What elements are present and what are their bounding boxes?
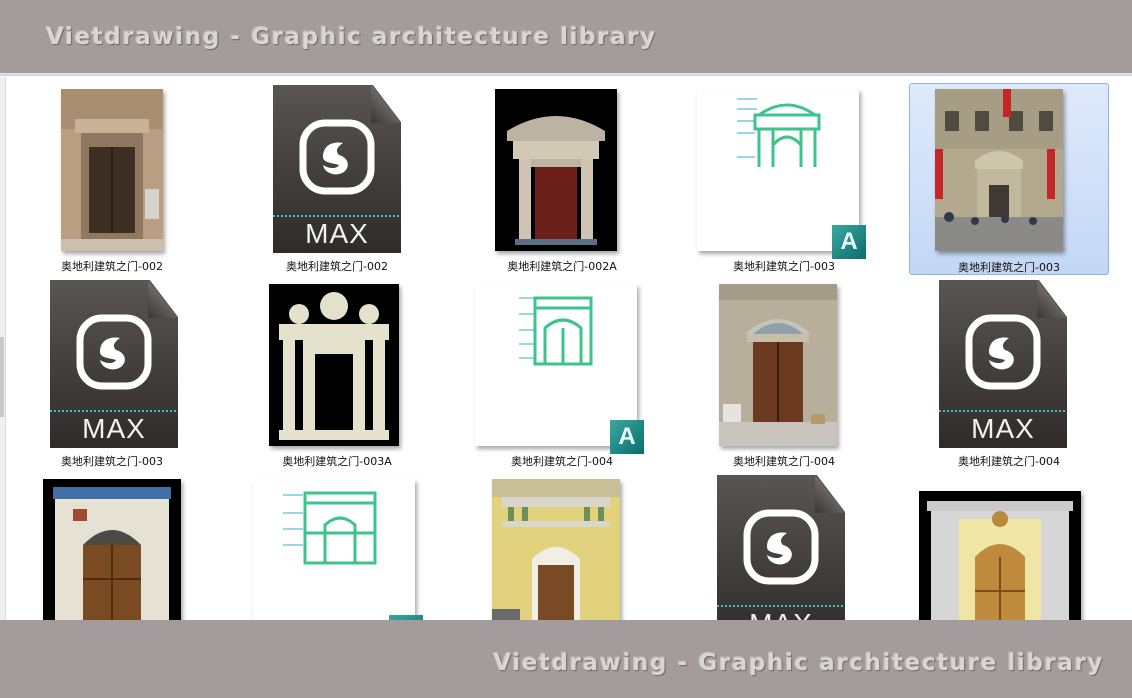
file-tile[interactable]: 奥地利建筑之门-002A (462, 83, 662, 275)
bottom-watermark-banner: Vietdrawing - Graphic architecture libra… (0, 620, 1132, 698)
photo-thumbnail (935, 89, 1063, 251)
file-tile[interactable]: A 奥地利建筑之门-003 (684, 83, 884, 275)
photo-thumbnail (61, 89, 163, 251)
render-thumbnail (269, 284, 399, 446)
file-name: 奥地利建筑之门-002A (507, 260, 617, 273)
photo-thumbnail (719, 284, 837, 446)
autocad-badge-icon: A (832, 225, 866, 259)
photo-thumbnail (492, 479, 620, 620)
3dsmax-file-icon: MAX (273, 85, 401, 253)
file-name: 奥地利建筑之门-003 (61, 455, 163, 468)
file-tile[interactable] (12, 473, 212, 620)
file-tile[interactable]: 奥地利建筑之门-003A (237, 278, 437, 470)
watermark-text: Vietdrawing - Graphic architecture libra… (493, 650, 1104, 676)
file-tile[interactable]: MAX 奥地利建筑之门-004 (909, 278, 1109, 470)
file-tile[interactable]: MAX (684, 473, 884, 620)
render-thumbnail (919, 491, 1081, 620)
file-name: 奥地利建筑之门-002 (286, 260, 388, 273)
top-watermark-banner: Vietdrawing - Graphic architecture libra… (0, 0, 1132, 76)
file-tile[interactable] (462, 473, 662, 620)
file-tile[interactable]: 奥地利建筑之门-002 (12, 83, 212, 275)
file-name: 奥地利建筑之门-002 (61, 260, 163, 273)
file-tile[interactable]: MAX 奥地利建筑之门-002 (237, 83, 437, 275)
file-tile[interactable]: MAX 奥地利建筑之门-003 (12, 278, 212, 470)
file-tile[interactable]: A 奥地利建筑之门-004 (462, 278, 662, 470)
render-thumbnail (43, 479, 181, 620)
file-tile[interactable]: 奥地利建筑之门-004 (684, 278, 884, 470)
autocad-file-icon (253, 479, 415, 620)
file-tile-selected[interactable]: 奥地利建筑之门-003 (909, 83, 1109, 275)
file-name: 奥地利建筑之门-003A (282, 455, 392, 468)
file-name: 奥地利建筑之门-003 (958, 261, 1060, 274)
3dsmax-file-icon: MAX (717, 475, 845, 620)
file-tile[interactable]: A (237, 473, 437, 620)
left-scrollbar[interactable] (0, 77, 6, 620)
file-grid-pane[interactable]: 奥地利建筑之门-002 MAX 奥地利建筑之门-002 奥地利建筑之门-002A… (0, 77, 1132, 620)
file-name: 奥地利建筑之门-003 (733, 260, 835, 273)
file-name: 奥地利建筑之门-004 (733, 455, 835, 468)
watermark-text: Vietdrawing - Graphic architecture libra… (46, 24, 657, 50)
file-name: 奥地利建筑之门-004 (511, 455, 613, 468)
autocad-badge-icon: A (610, 420, 644, 454)
render-thumbnail (495, 89, 617, 251)
file-tile[interactable] (909, 473, 1109, 620)
3dsmax-file-icon: MAX (50, 280, 178, 448)
scrollbar-thumb[interactable] (0, 337, 4, 417)
file-name: 奥地利建筑之门-004 (958, 455, 1060, 468)
3dsmax-file-icon: MAX (939, 280, 1067, 448)
